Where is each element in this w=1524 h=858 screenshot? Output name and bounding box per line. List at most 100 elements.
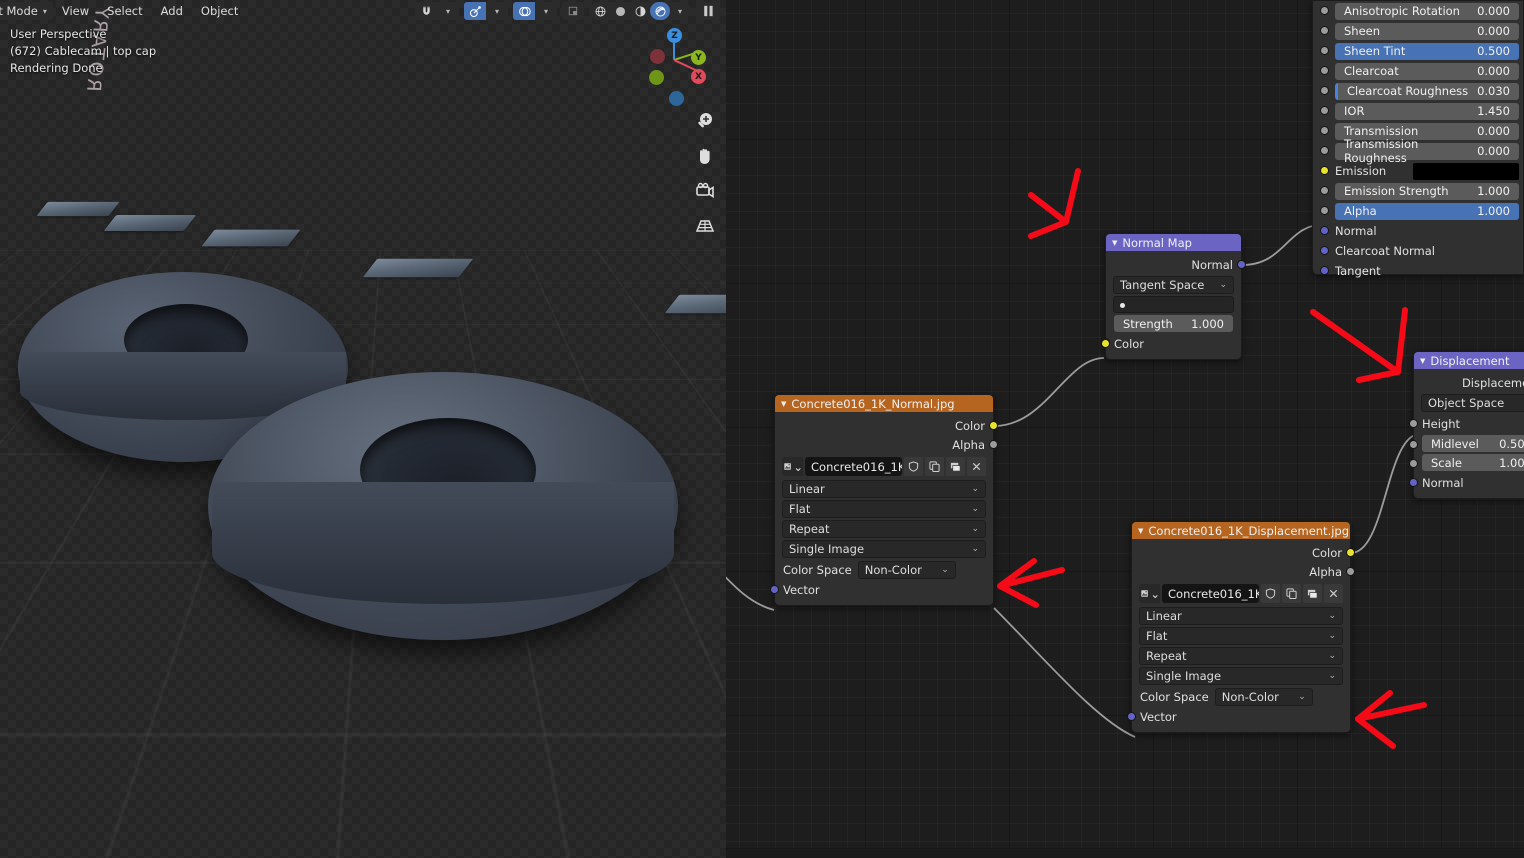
node-input-height[interactable]: Height <box>1409 414 1524 433</box>
socket-color-in[interactable] <box>1101 339 1110 348</box>
color-space-dropdown[interactable]: Non-Color ⌄ <box>1214 688 1313 706</box>
socket-sheen[interactable] <box>1320 26 1329 35</box>
duplicate-icon[interactable] <box>925 457 944 476</box>
uv-map-field[interactable] <box>1113 296 1234 313</box>
node-image-texture-normal[interactable]: ▼ Concrete016_1K_Normal.jpg Color Alpha … <box>770 394 998 606</box>
interpolation-dropdown[interactable]: Linear ⌄ <box>1139 607 1343 625</box>
xray-toggle-icon[interactable] <box>562 2 584 20</box>
node-output-normal[interactable]: Normal <box>1106 255 1246 274</box>
image-name-field[interactable]: Concrete016_1K.. <box>805 457 902 476</box>
node-collapse-triangle-icon[interactable]: ▼ <box>1420 357 1425 365</box>
socket-height-in[interactable] <box>1409 419 1418 428</box>
node-input-vector[interactable]: Vector <box>770 580 993 599</box>
menu-add[interactable]: Add <box>152 0 192 22</box>
node-output-displacement[interactable]: Displacement <box>1414 373 1524 392</box>
node-collapse-triangle-icon[interactable]: ▼ <box>1112 239 1117 247</box>
scale-slider[interactable]: Scale 1.000 <box>1422 454 1524 471</box>
space-dropdown[interactable]: Tangent Space ⌄ <box>1113 276 1234 294</box>
property-row[interactable]: Alpha 1.000 <box>1313 201 1523 221</box>
property-row[interactable]: Emission Strength 1.000 <box>1313 181 1523 201</box>
chevron-down-icon[interactable]: ▾ <box>486 2 508 20</box>
projection-dropdown[interactable]: Flat ⌄ <box>782 500 986 518</box>
node-collapse-triangle-icon[interactable]: ▼ <box>781 400 786 408</box>
strength-slider[interactable]: Strength 1.000 <box>1114 315 1233 332</box>
property-value-field[interactable]: Sheen Tint 0.500 <box>1335 42 1519 60</box>
node-header-normal-texture[interactable]: ▼ Concrete016_1K_Normal.jpg <box>775 395 993 412</box>
node-input-normal[interactable]: Normal <box>1409 473 1524 492</box>
property-value-field[interactable]: Sheen 0.000 <box>1335 22 1519 40</box>
source-dropdown[interactable]: Single Image ⌄ <box>1139 667 1343 685</box>
socket-emission[interactable] <box>1320 166 1329 175</box>
property-row[interactable]: Normal <box>1313 221 1523 241</box>
toggle-perspective-icon[interactable] <box>694 215 716 237</box>
socket-vector-in[interactable] <box>770 585 779 594</box>
menu-view[interactable]: View <box>53 0 98 22</box>
node-header-displacement-texture[interactable]: ▼ Concrete016_1K_Displacement.jpg <box>1132 522 1350 539</box>
property-value-field[interactable]: Emission Strength 1.000 <box>1335 182 1519 200</box>
gizmo-axis-y[interactable]: Y <box>691 50 706 65</box>
pack-image-icon[interactable] <box>946 457 965 476</box>
node-output-color[interactable]: Color <box>1132 543 1355 562</box>
menu-object[interactable]: Object <box>192 0 247 22</box>
navigation-gizmo[interactable]: Z Y X <box>646 26 706 106</box>
socket-clearcoat-normal[interactable] <box>1320 246 1329 255</box>
viewport-header[interactable]: ct Mode ▾ View Select Add Object ▾ ▾ ▾ <box>0 0 726 22</box>
pause-render-icon[interactable] <box>696 2 720 20</box>
interpolation-dropdown[interactable]: Linear ⌄ <box>782 480 986 498</box>
node-input-vector[interactable]: Vector <box>1127 707 1350 726</box>
node-image-texture-displacement[interactable]: ▼ Concrete016_1K_Displacement.jpg Color … <box>1127 521 1355 733</box>
socket-normal-out[interactable] <box>1237 260 1246 269</box>
snapping-toolgroup[interactable]: ▾ <box>415 2 459 20</box>
extension-dropdown[interactable]: Repeat ⌄ <box>782 520 986 538</box>
property-row[interactable]: Sheen Tint 0.500 <box>1313 41 1523 61</box>
property-value-field[interactable]: IOR 1.450 <box>1335 102 1519 120</box>
property-row[interactable]: IOR 1.450 <box>1313 101 1523 121</box>
node-output-alpha[interactable]: Alpha <box>775 435 998 454</box>
property-value-field[interactable]: Transmission Roughness 0.000 <box>1335 137 1519 165</box>
snap-magnet-icon[interactable] <box>415 2 437 20</box>
material-preview-shading-icon[interactable] <box>630 2 650 20</box>
socket-anisotropic-rotation[interactable] <box>1320 6 1329 15</box>
chevron-down-icon[interactable]: ▾ <box>670 2 690 20</box>
viewport-nav-tools[interactable] <box>694 110 716 237</box>
property-row[interactable]: Transmission Roughness 0.000 <box>1313 137 1523 165</box>
socket-normal-in[interactable] <box>1409 478 1418 487</box>
node-normal-map[interactable]: ▼ Normal Map Normal Tangent Space ⌄ Stre… <box>1101 233 1246 360</box>
property-value-field[interactable]: Alpha 1.000 <box>1335 202 1519 220</box>
source-dropdown[interactable]: Single Image ⌄ <box>782 540 986 558</box>
socket-color-out[interactable] <box>1346 548 1355 557</box>
socket-color-out[interactable] <box>989 421 998 430</box>
color-space-row[interactable]: Color Space Non-Color ⌄ <box>775 560 993 580</box>
property-row[interactable]: Clearcoat 0.000 <box>1313 61 1523 81</box>
property-row[interactable]: Tangent <box>1313 261 1523 281</box>
overlays-toolgroup[interactable]: ▾ <box>513 2 557 20</box>
interaction-mode-selector[interactable]: ct Mode ▾ <box>0 2 53 20</box>
socket-ior[interactable] <box>1320 106 1329 115</box>
node-input-color[interactable]: Color <box>1101 334 1241 353</box>
gizmo-axis-z[interactable]: Z <box>667 28 682 43</box>
socket-alpha[interactable] <box>1320 206 1329 215</box>
property-value-field[interactable]: Clearcoat Roughness 0.030 <box>1335 82 1519 100</box>
property-row[interactable]: Sheen 0.000 <box>1313 21 1523 41</box>
socket-scale-in[interactable] <box>1409 459 1418 468</box>
socket-emission-strength[interactable] <box>1320 186 1329 195</box>
gizmo-axis-neg-y[interactable] <box>649 70 664 85</box>
proportional-edit-toolgroup[interactable]: ▾ <box>464 2 508 20</box>
socket-clearcoat[interactable] <box>1320 66 1329 75</box>
socket-clearcoat-roughness[interactable] <box>1320 86 1329 95</box>
socket-sheen-tint[interactable] <box>1320 46 1329 55</box>
emission-color-swatch[interactable] <box>1413 162 1519 180</box>
socket-alpha-out[interactable] <box>989 440 998 449</box>
pack-image-icon[interactable] <box>1303 584 1322 603</box>
principled-bsdf-properties[interactable]: Anisotropic Rotation 0.000 Sheen 0.000 Sheen… <box>1312 0 1524 278</box>
camera-view-icon[interactable] <box>694 180 716 202</box>
node-displacement[interactable]: ▼ Displacement Displacement Object Space… <box>1409 351 1524 499</box>
image-name-field[interactable]: Concrete016_1K.. <box>1162 584 1259 603</box>
rendered-shading-icon[interactable] <box>650 2 670 20</box>
property-row[interactable]: Clearcoat Roughness 0.030 <box>1313 81 1523 101</box>
node-header-normal-map[interactable]: ▼ Normal Map <box>1106 234 1241 251</box>
socket-vector-in[interactable] <box>1127 712 1136 721</box>
gizmo-axis-x[interactable]: X <box>691 69 706 84</box>
gizmo-axis-neg-z[interactable] <box>669 91 684 106</box>
proportional-edit-icon[interactable] <box>464 2 486 20</box>
